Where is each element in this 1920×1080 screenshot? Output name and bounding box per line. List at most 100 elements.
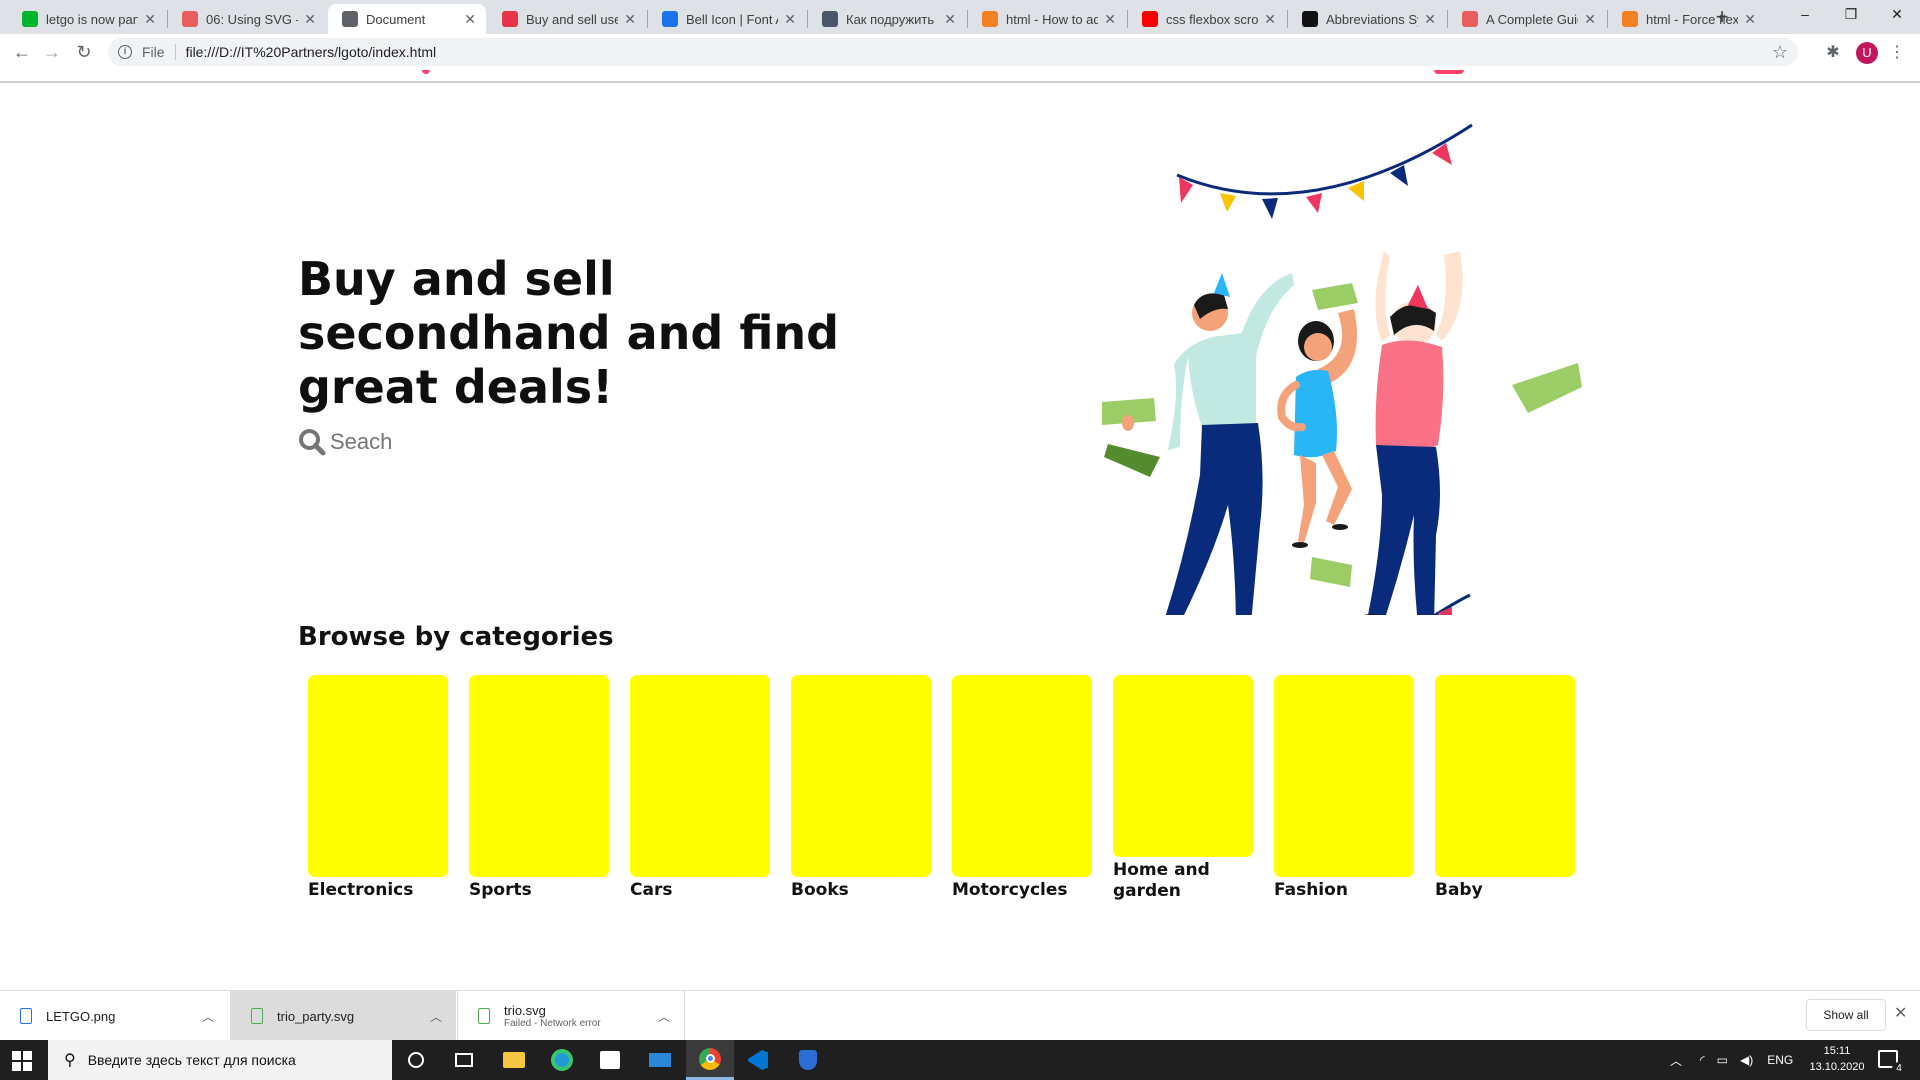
category-books[interactable]: Books [791, 675, 931, 901]
category-cars[interactable]: Cars [630, 675, 770, 901]
edge-browser-icon[interactable] [538, 1040, 586, 1080]
search-link[interactable]: Seach [298, 428, 392, 456]
mail-icon[interactable] [636, 1040, 684, 1080]
tab-title[interactable]: A Complete Guide to Flexbox [1486, 12, 1578, 27]
category-tile[interactable] [952, 675, 1092, 877]
category-baby[interactable]: Baby [1435, 675, 1575, 901]
search-label[interactable]: Seach [330, 429, 392, 455]
category-tile[interactable] [308, 675, 448, 877]
download-item[interactable]: LETGO.png ︿ [0, 991, 228, 1041]
tab-title[interactable]: Как подружить SVG [846, 12, 938, 27]
address-bar[interactable]: i File file:///D://IT%20Partners/lgoto/i… [108, 38, 1798, 66]
category-label[interactable]: Motorcycles [952, 880, 1092, 901]
tab-title[interactable]: letgo is now part of OfferUp [46, 12, 138, 27]
download-item[interactable]: trio_party.svg ︿ [231, 991, 456, 1041]
menu-kebab-icon[interactable]: ⋮ [1886, 42, 1908, 64]
download-filename[interactable]: trio.svg [504, 1003, 601, 1018]
category-label[interactable]: Fashion [1274, 880, 1414, 901]
minimize-button[interactable]: – [1782, 0, 1828, 30]
category-label[interactable]: Baby [1435, 880, 1575, 901]
url-text[interactable]: file:///D://IT%20Partners/lgoto/index.ht… [186, 44, 437, 60]
close-tab-icon[interactable]: ✕ [304, 11, 316, 28]
tab-title[interactable]: Abbreviations Syntax [1326, 12, 1418, 27]
browser-tab[interactable]: html - How to add ✕ [968, 4, 1126, 34]
category-motorcycles[interactable]: Motorcycles [952, 675, 1092, 901]
taskbar-search-placeholder[interactable]: Введите здесь текст для поиска [88, 1052, 296, 1068]
back-arrow-icon[interactable]: ← [10, 40, 34, 64]
browser-tab[interactable]: Document ✕ [328, 4, 486, 34]
forward-arrow-icon[interactable]: → [40, 40, 64, 64]
close-tab-icon[interactable]: ✕ [1104, 11, 1116, 28]
cortana-icon[interactable] [392, 1040, 440, 1080]
category-label[interactable]: Sports [469, 880, 609, 901]
browser-tab[interactable]: Bell Icon | Font Awesome ✕ [648, 4, 806, 34]
file-explorer-icon[interactable] [490, 1040, 538, 1080]
category-tile[interactable] [469, 675, 609, 877]
task-view-icon[interactable] [440, 1040, 488, 1080]
tab-title[interactable]: css flexbox scroll [1166, 12, 1258, 27]
category-fashion[interactable]: Fashion [1274, 675, 1414, 901]
category-tile[interactable] [1274, 675, 1414, 877]
show-all-downloads-button[interactable]: Show all [1806, 999, 1886, 1031]
close-tab-icon[interactable]: ✕ [624, 11, 636, 28]
close-tab-icon[interactable]: ✕ [144, 11, 156, 28]
browser-tab[interactable]: html - Force flex ✕ [1608, 4, 1766, 34]
close-tab-icon[interactable]: ✕ [1584, 11, 1596, 28]
close-icon[interactable]: ✕ [1894, 1003, 1907, 1023]
taskbar-search-box[interactable]: ⚲ Введите здесь текст для поиска [48, 1040, 392, 1080]
browser-tab[interactable]: css flexbox scroll ✕ [1128, 4, 1286, 34]
category-label[interactable]: Home and garden [1113, 860, 1253, 902]
vscode-icon[interactable] [734, 1040, 782, 1080]
chevron-up-icon[interactable]: ︿ [202, 1008, 214, 1025]
bookmark-star-icon[interactable]: ☆ [1772, 42, 1788, 63]
category-label[interactable]: Cars [630, 880, 770, 901]
category-sports[interactable]: Sports [469, 675, 609, 901]
close-tab-icon[interactable]: ✕ [1424, 11, 1436, 28]
reload-icon[interactable]: ↻ [72, 40, 96, 64]
chevron-up-icon[interactable]: ︿ [1670, 1052, 1682, 1069]
tab-title[interactable]: Buy and sell used stuff [526, 12, 618, 27]
chevron-up-icon[interactable]: ︿ [658, 1008, 670, 1025]
tab-title[interactable]: 06: Using SVG - SVG on the web [206, 12, 298, 27]
close-tab-icon[interactable]: ✕ [1744, 11, 1756, 28]
category-tile[interactable] [1435, 675, 1575, 877]
chevron-up-icon[interactable]: ︿ [430, 1008, 442, 1025]
category-tile[interactable] [630, 675, 770, 877]
close-tab-icon[interactable]: ✕ [944, 11, 956, 28]
chrome-icon[interactable] [686, 1040, 734, 1080]
category-tile[interactable] [791, 675, 931, 877]
category-home-and-garden[interactable]: Home and garden [1113, 675, 1253, 902]
new-tab-button[interactable]: + [1708, 4, 1736, 32]
close-window-button[interactable]: ✕ [1874, 0, 1920, 30]
taskbar-clock[interactable]: 15:11 13.10.2020 [1802, 1043, 1872, 1075]
info-icon[interactable]: i [118, 45, 132, 59]
category-label[interactable]: Electronics [308, 880, 448, 901]
language-indicator[interactable]: ENG [1767, 1053, 1793, 1067]
browser-tab[interactable]: Как подружить SVG ✕ [808, 4, 966, 34]
store-icon[interactable] [586, 1040, 634, 1080]
tab-title[interactable]: Document [366, 12, 458, 27]
category-tile[interactable] [1113, 675, 1253, 857]
volume-icon[interactable]: ◀) [1740, 1053, 1753, 1067]
tab-title[interactable]: html - How to add [1006, 12, 1098, 27]
close-tab-icon[interactable]: ✕ [1264, 11, 1276, 28]
browser-tab[interactable]: 06: Using SVG - SVG on the web ✕ [168, 4, 326, 34]
close-tab-icon[interactable]: ✕ [784, 11, 796, 28]
browser-tab[interactable]: Buy and sell used stuff ✕ [488, 4, 646, 34]
browser-tab[interactable]: Abbreviations Syntax ✕ [1288, 4, 1446, 34]
download-filename[interactable]: LETGO.png [46, 1009, 115, 1024]
browser-tab[interactable]: letgo is now part of OfferUp ✕ [8, 4, 166, 34]
tab-title[interactable]: Bell Icon | Font Awesome [686, 12, 778, 27]
download-item[interactable]: trio.svg Failed - Network error ︿ [458, 991, 684, 1041]
browser-tab[interactable]: A Complete Guide to Flexbox ✕ [1448, 4, 1606, 34]
security-shield-icon[interactable] [784, 1040, 832, 1080]
wifi-icon[interactable]: ◜ [1700, 1053, 1705, 1067]
category-label[interactable]: Books [791, 880, 931, 901]
category-electronics[interactable]: Electronics [308, 675, 448, 901]
windows-start-icon[interactable] [12, 1051, 32, 1071]
restore-button[interactable]: ❐ [1828, 0, 1874, 30]
profile-avatar[interactable]: U [1856, 42, 1878, 64]
close-tab-icon[interactable]: ✕ [464, 11, 476, 28]
battery-icon[interactable]: ▭ [1717, 1053, 1728, 1067]
download-filename[interactable]: trio_party.svg [277, 1009, 354, 1024]
